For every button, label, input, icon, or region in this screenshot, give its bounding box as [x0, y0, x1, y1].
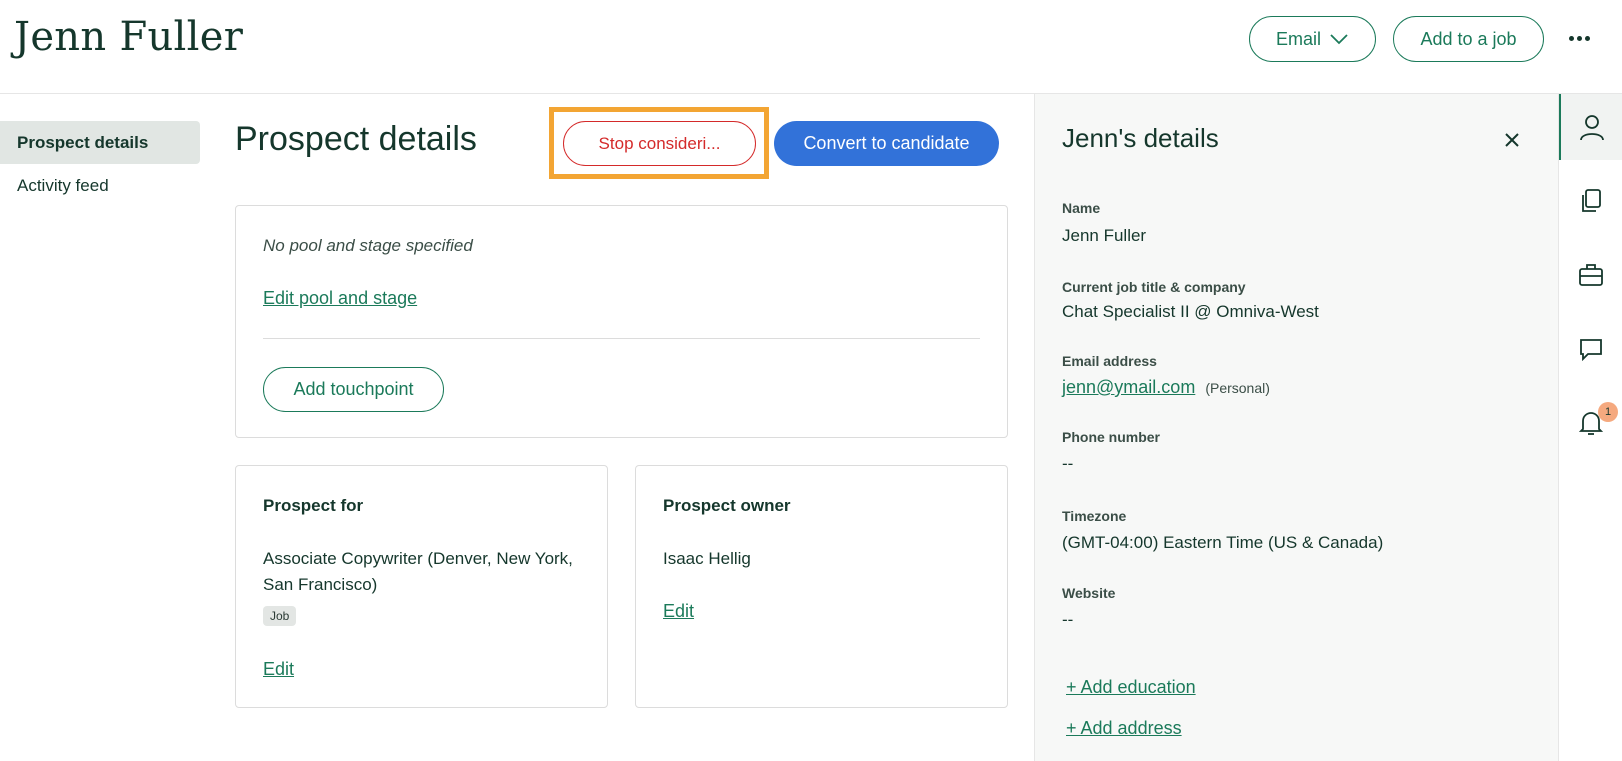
add-to-job-button[interactable]: Add to a job: [1393, 16, 1544, 62]
website-value: --: [1062, 610, 1074, 629]
nav-item-activity-feed[interactable]: Activity feed: [0, 164, 200, 207]
rail-notifications-tab[interactable]: [1559, 390, 1622, 456]
job-value: Chat Specialist II @ Omniva-West: [1062, 302, 1319, 321]
more-horizontal-icon[interactable]: [1564, 28, 1594, 48]
name-value: Jenn Fuller: [1062, 226, 1147, 245]
page-header: Jenn Fuller Email Add to a job: [0, 0, 1622, 94]
timezone-label: Timezone: [1062, 508, 1127, 524]
nav-item-prospect-details[interactable]: Prospect details: [0, 121, 200, 164]
email-row: jenn@ymail.com (Personal): [1062, 377, 1270, 398]
notification-badge: 1: [1598, 402, 1618, 422]
prospect-for-heading: Prospect for: [263, 496, 364, 515]
documents-icon: [1582, 189, 1601, 212]
stop-considering-button[interactable]: Stop consideri...: [563, 121, 756, 166]
side-nav: Prospect details Activity feed: [0, 121, 200, 207]
email-button[interactable]: Email: [1249, 16, 1376, 62]
details-panel: Jenn's details Name Jenn Fuller Current …: [1034, 94, 1558, 761]
prospect-owner-card: Prospect owner Isaac Hellig Edit: [635, 465, 1008, 708]
person-icon: [1580, 115, 1604, 141]
prospect-for-value: Associate Copywriter (Denver, New York, …: [263, 549, 573, 594]
prospect-owner-value: Isaac Hellig: [663, 549, 751, 568]
rail-chat-tab[interactable]: [1559, 316, 1622, 382]
name-label: Name: [1062, 200, 1101, 216]
person-name-heading: Jenn Fuller: [14, 14, 244, 60]
add-address-link[interactable]: + Add address: [1066, 718, 1182, 739]
job-badge: Job: [263, 606, 297, 626]
email-address-link[interactable]: jenn@ymail.com: [1062, 377, 1195, 398]
rail-person-tab[interactable]: [1559, 94, 1622, 160]
email-type: (Personal): [1205, 380, 1270, 396]
edit-prospect-for-link[interactable]: Edit: [263, 659, 294, 680]
timezone-value: (GMT-04:00) Eastern Time (US & Canada): [1062, 533, 1384, 552]
prospect-owner-heading: Prospect owner: [663, 496, 791, 515]
phone-value: --: [1062, 454, 1074, 473]
rail-jobs-tab[interactable]: [1559, 242, 1622, 308]
divider: [263, 338, 980, 339]
email-button-label: Email: [1275, 28, 1321, 49]
pool-stage-text: No pool and stage specified: [263, 236, 473, 255]
convert-to-candidate-button[interactable]: Convert to candidate: [774, 121, 999, 166]
edit-pool-stage-link[interactable]: Edit pool and stage: [263, 288, 417, 309]
job-label: Current job title & company: [1062, 279, 1246, 295]
side-rail: [1558, 94, 1622, 761]
chevron-down-icon: [1330, 34, 1348, 45]
panel-title: Jenn's details: [1062, 123, 1219, 153]
chat-icon: [1580, 339, 1602, 361]
add-touchpoint-button[interactable]: Add touchpoint: [263, 367, 444, 412]
pool-stage-card: No pool and stage specified Edit pool an…: [235, 205, 1008, 438]
prospect-for-card: Prospect for Associate Copywriter (Denve…: [235, 465, 608, 708]
email-address-label: Email address: [1062, 353, 1157, 369]
phone-label: Phone number: [1062, 429, 1161, 445]
add-education-link[interactable]: + Add education: [1066, 677, 1196, 698]
rail-documents-tab[interactable]: [1559, 168, 1622, 234]
close-icon[interactable]: [1502, 130, 1522, 150]
website-label: Website: [1062, 585, 1116, 601]
section-title: Prospect details: [235, 120, 477, 158]
briefcase-icon: [1579, 264, 1603, 286]
edit-prospect-owner-link[interactable]: Edit: [663, 601, 694, 622]
